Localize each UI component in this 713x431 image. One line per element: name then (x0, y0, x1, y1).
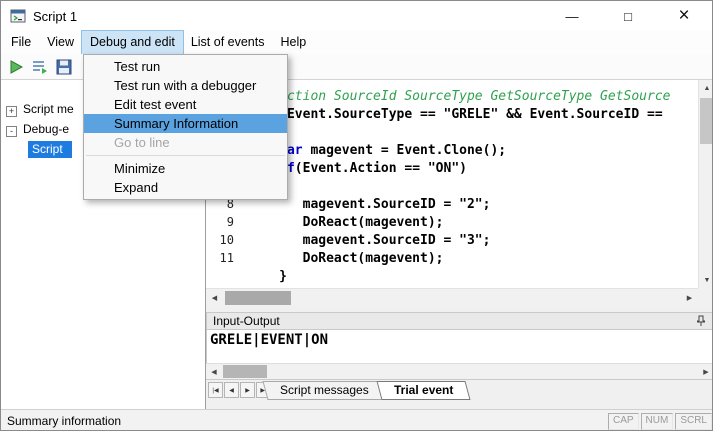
menu-separator (86, 155, 285, 156)
code-line: 9 DoReact(magevent); (206, 215, 698, 233)
code-line: 11 DoReact(magevent); (206, 251, 698, 269)
debug-and-edit-dropdown: Test run Test run with a debugger Edit t… (83, 54, 288, 200)
menu-file[interactable]: File (3, 31, 39, 54)
maximize-button[interactable]: □ (600, 1, 656, 31)
tree-item[interactable]: + Script me (6, 100, 74, 118)
menu-item-summary-information[interactable]: Summary Information (84, 114, 287, 133)
io-panel-title: Input-Output (213, 314, 280, 328)
io-output-area[interactable]: GRELE|EVENT|ON (206, 330, 713, 363)
save-icon (55, 58, 73, 76)
statusbar: Summary information CAP NUM SCRL (1, 409, 713, 431)
test-run-icon (7, 58, 25, 76)
caption-buttons: — □ × (544, 1, 712, 31)
tree-item-label: Debug-e (23, 122, 69, 136)
menu-item-test-run[interactable]: Test run (84, 57, 287, 76)
tree-item-label: Script me (23, 102, 74, 116)
test-run-button[interactable] (5, 56, 27, 78)
code-line: 10 magevent.SourceID = "3"; (206, 233, 698, 251)
app-window: Script 1 — □ × File View Debug and edit … (0, 0, 713, 431)
bottom-tabbar: |◀ ◀ ▶ ▶| Script messages Trial event (206, 379, 713, 409)
tree-item-selected[interactable]: Script (28, 140, 72, 158)
save-button[interactable] (53, 56, 75, 78)
num-lock-indicator: NUM (641, 413, 674, 430)
tree-item-label: Script (28, 141, 72, 158)
menu-debug-and-edit[interactable]: Debug and edit (82, 31, 183, 54)
tree-expander-icon[interactable]: + (6, 106, 17, 117)
horizontal-scroll-thumb[interactable] (223, 365, 267, 378)
minimize-button[interactable]: — (544, 1, 600, 31)
window-title: Script 1 (33, 9, 77, 24)
event-list-icon (31, 58, 49, 76)
menu-view[interactable]: View (39, 31, 82, 54)
status-text: Summary information (7, 414, 121, 428)
menu-item-expand[interactable]: Expand (84, 178, 287, 197)
tab-trial-event[interactable]: Trial event (376, 381, 470, 400)
editor-vertical-scrollbar[interactable]: ▲ ▼ (698, 80, 713, 288)
tree-expander-icon[interactable]: - (6, 126, 17, 137)
menu-item-edit-test-event[interactable]: Edit test event (84, 95, 287, 114)
event-list-button[interactable] (29, 56, 51, 78)
scroll-left-button[interactable]: ◀ (206, 364, 222, 379)
scroll-up-button[interactable]: ▲ (699, 80, 713, 96)
tabs: Script messages Trial event (270, 381, 468, 400)
tab-script-messages[interactable]: Script messages (262, 381, 386, 400)
menu-item-minimize[interactable]: Minimize (84, 159, 287, 178)
horizontal-scroll-thumb[interactable] (225, 291, 291, 305)
scroll-left-button[interactable]: ◀ (206, 290, 223, 306)
menu-item-go-to-line: Go to line (84, 133, 287, 152)
vertical-scroll-thumb[interactable] (700, 98, 713, 144)
scrollbar-corner (698, 288, 713, 306)
keyboard-indicators: CAP NUM SCRL (608, 413, 712, 430)
window-icon[interactable] (10, 8, 26, 24)
code-line: } (206, 269, 698, 287)
tab-first-button[interactable]: |◀ (208, 382, 223, 398)
tab-next-button[interactable]: ▶ (240, 382, 255, 398)
tab-nav-buttons: |◀ ◀ ▶ ▶| (208, 382, 271, 398)
scroll-down-button[interactable]: ▼ (699, 272, 713, 288)
io-horizontal-scrollbar[interactable]: ◀ ▶ (206, 363, 713, 379)
menu-list-of-events[interactable]: List of events (183, 31, 273, 54)
menu-item-test-run-with-debugger[interactable]: Test run with a debugger (84, 76, 287, 95)
menu-help[interactable]: Help (272, 31, 314, 54)
line-number: 11 (206, 251, 240, 265)
io-output-text: GRELE|EVENT|ON (210, 332, 328, 348)
menubar: File View Debug and edit List of events … (1, 31, 712, 54)
scroll-right-button[interactable]: ▶ (698, 364, 713, 379)
scroll-right-button[interactable]: ▶ (681, 290, 698, 306)
titlebar: Script 1 — □ × (1, 1, 712, 31)
io-panel-header: Input-Output (206, 312, 713, 330)
scroll-lock-indicator: SCRL (675, 413, 712, 430)
caps-lock-indicator: CAP (608, 413, 639, 430)
close-button[interactable]: × (656, 1, 712, 31)
pin-icon[interactable] (695, 315, 707, 327)
tab-prev-button[interactable]: ◀ (224, 382, 239, 398)
tree-item[interactable]: -Debug-e (6, 120, 69, 138)
line-number: 10 (206, 233, 240, 247)
editor-horizontal-scrollbar[interactable]: ◀ ▶ (206, 288, 698, 306)
line-number: 9 (206, 215, 240, 229)
